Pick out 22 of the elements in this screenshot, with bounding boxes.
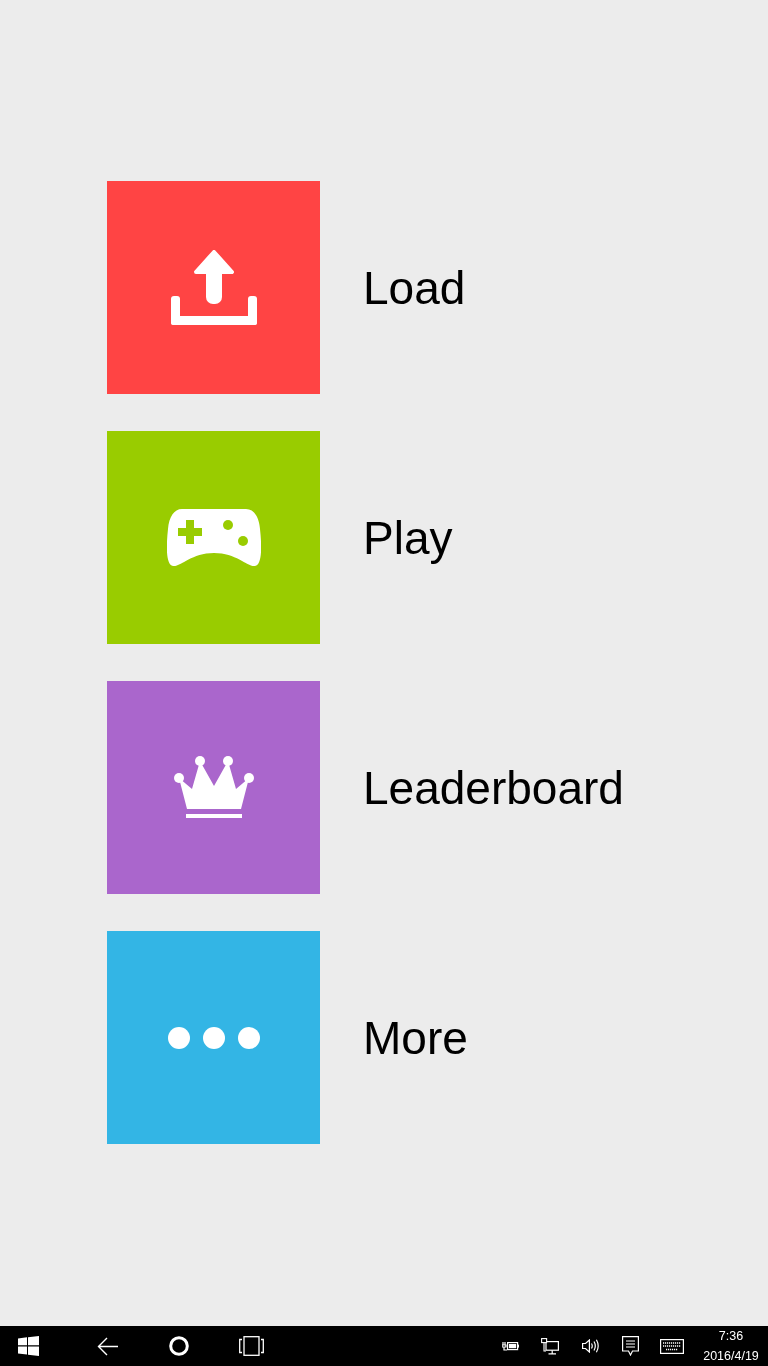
battery-plug-icon — [501, 1340, 519, 1352]
gamepad-icon — [166, 508, 261, 567]
menu-tile[interactable] — [107, 931, 320, 1144]
message-icon — [621, 1336, 639, 1356]
menu-tile[interactable] — [107, 431, 320, 644]
keyboard-icon — [660, 1338, 684, 1354]
menu-label[interactable]: More — [363, 1014, 468, 1061]
speaker-icon — [581, 1339, 599, 1353]
menu-tile[interactable] — [107, 181, 320, 394]
clock-date: 2016/4/19 — [703, 1348, 759, 1365]
menu-label[interactable]: Leaderboard — [363, 764, 624, 811]
menu-tile[interactable] — [107, 681, 320, 894]
back-arrow-icon — [96, 1336, 118, 1356]
crown-icon — [172, 756, 255, 819]
windows-logo-icon — [18, 1336, 39, 1356]
upload-icon — [170, 250, 257, 325]
clock-time: 7:36 — [718, 1328, 744, 1345]
more-dots-icon — [167, 1026, 260, 1049]
network-icon — [541, 1337, 559, 1355]
task-view-icon — [238, 1336, 264, 1356]
menu-label[interactable]: Load — [363, 264, 466, 311]
circle-icon — [169, 1336, 189, 1356]
